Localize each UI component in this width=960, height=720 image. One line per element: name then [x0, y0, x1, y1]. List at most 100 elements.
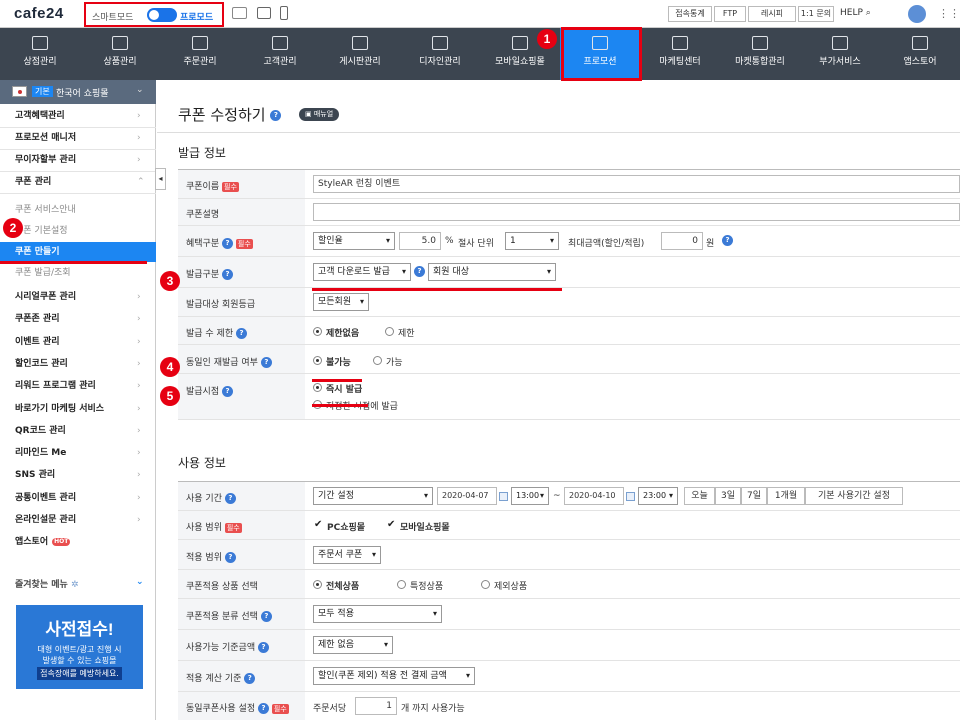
- recipe-button[interactable]: 레시피: [748, 6, 796, 22]
- grid-menu-icon[interactable]: ⋮⋮: [938, 8, 960, 19]
- issue-kind-select[interactable]: 고객 다운로드 발급: [313, 263, 411, 281]
- reissue-yes-label[interactable]: 가능: [386, 355, 403, 368]
- default-period-button[interactable]: 기본 사용기간 설정: [805, 487, 903, 505]
- benefit-value-input[interactable]: 5.0: [399, 232, 441, 250]
- quick-1month-button[interactable]: 1개월: [767, 487, 805, 505]
- quick-7days-button[interactable]: 7일: [741, 487, 767, 505]
- sidebar-item[interactable]: 시리얼쿠폰 관리 ›: [0, 287, 156, 309]
- search-icon[interactable]: ⌕: [866, 8, 871, 18]
- end-date-input[interactable]: 2020-04-10: [564, 487, 624, 505]
- sidebar-item[interactable]: 무이자할부 관리 ›: [0, 150, 156, 172]
- help-icon[interactable]: ?: [222, 238, 233, 249]
- avatar[interactable]: [908, 5, 926, 23]
- flag-icon[interactable]: [232, 7, 247, 19]
- favorites-menu[interactable]: 즐겨찾는 메뉴 ✲ ⌄: [15, 577, 144, 590]
- promo-banner[interactable]: 사전접수! 대형 이벤트/광고 진행 시 발생할 수 있는 쇼핑몰 접속장애를 …: [16, 605, 143, 689]
- member-grade-select[interactable]: 모든회원: [313, 293, 369, 311]
- nav-item-11[interactable]: 부가서비스: [800, 28, 880, 80]
- sidebar-item[interactable]: QR코드 관리 ›: [0, 421, 156, 443]
- help-icon[interactable]: ?: [224, 493, 236, 504]
- desktop-icon[interactable]: [257, 7, 271, 19]
- help-icon[interactable]: ?: [244, 673, 256, 684]
- limit-none-label[interactable]: 제한없음: [326, 326, 359, 339]
- sidebar-item[interactable]: 리워드 프로그램 관리 ›: [0, 376, 156, 398]
- sidebar-item[interactable]: 고객혜택관리 ›: [0, 106, 156, 128]
- help-icon[interactable]: ?: [260, 611, 272, 622]
- max-amount-input[interactable]: 0: [661, 232, 703, 250]
- product-exclude-radio[interactable]: [481, 580, 490, 589]
- issue-now-label[interactable]: 즉시 발급: [326, 382, 362, 395]
- sidebar-item[interactable]: 바로가기 마케팅 서비스 ›: [0, 399, 156, 421]
- period-type-select[interactable]: 기간 설정: [313, 487, 433, 505]
- quick-3days-button[interactable]: 3일: [715, 487, 741, 505]
- sidebar-item[interactable]: 앱스토어 HOT: [0, 532, 156, 554]
- sidebar-item[interactable]: 온라인설문 관리 ›: [0, 510, 156, 532]
- calendar-icon[interactable]: [499, 492, 508, 501]
- scope-mobile-checkbox[interactable]: ✔: [387, 520, 397, 530]
- nav-item-10[interactable]: 마켓통합관리: [720, 28, 800, 80]
- scope-pc-checkbox[interactable]: ✔: [314, 520, 324, 530]
- quick-today-button[interactable]: 오늘: [684, 487, 715, 505]
- nav-item-1[interactable]: 상점관리: [0, 28, 80, 80]
- sidebar-item[interactable]: 리마인드 Me ›: [0, 443, 156, 465]
- sidebar-item[interactable]: 할인코드 관리 ›: [0, 354, 156, 376]
- nav-item-6[interactable]: 디자인관리: [400, 28, 480, 80]
- nav-item-2[interactable]: 상품관리: [80, 28, 160, 80]
- reissue-no-radio[interactable]: [313, 356, 322, 365]
- limit-set-radio[interactable]: [385, 327, 394, 336]
- shop-selector[interactable]: 기본 한국어 쇼핑몰 ⌄: [0, 80, 156, 104]
- start-time-select[interactable]: 13:00: [511, 487, 549, 505]
- nav-item-3[interactable]: 주문관리: [160, 28, 240, 80]
- nav-item-9[interactable]: 마케팅센터: [640, 28, 720, 80]
- product-all-label[interactable]: 전체상품: [326, 579, 359, 592]
- help-icon[interactable]: ?: [222, 269, 233, 280]
- nav-item-4[interactable]: 고객관리: [240, 28, 320, 80]
- coupon-name-input[interactable]: StyleAR 런칭 이벤트: [313, 175, 960, 193]
- ftp-button[interactable]: FTP: [714, 6, 746, 22]
- reissue-yes-radio[interactable]: [373, 356, 382, 365]
- calendar-icon[interactable]: [626, 492, 635, 501]
- sidebar-subitem[interactable]: 쿠폰 기본설정: [0, 221, 156, 241]
- coupon-desc-input[interactable]: [313, 203, 960, 221]
- stats-button[interactable]: 접속통계: [668, 6, 712, 22]
- sidebar-subitem[interactable]: 쿠폰 서비스안내: [0, 200, 156, 220]
- nav-item-12[interactable]: 앱스토어: [880, 28, 960, 80]
- sidebar-item[interactable]: 공통이벤트 관리 ›: [0, 488, 156, 510]
- end-time-select[interactable]: 23:00: [638, 487, 678, 505]
- sidebar-item[interactable]: 쿠폰 관리 ⌃: [0, 172, 156, 194]
- sidebar-item[interactable]: 이벤트 관리 ›: [0, 332, 156, 354]
- help-icon[interactable]: ?: [222, 386, 233, 397]
- product-all-radio[interactable]: [313, 580, 322, 589]
- same-count-input[interactable]: 1: [355, 697, 397, 715]
- chevron-down-icon[interactable]: ⌄: [136, 577, 144, 587]
- nav-item-5[interactable]: 게시판관리: [320, 28, 400, 80]
- issue-target-select[interactable]: 회원 대상: [428, 263, 556, 281]
- manual-button[interactable]: ▣ 매뉴얼: [299, 108, 340, 121]
- sidebar-item[interactable]: SNS 관리 ›: [0, 465, 156, 487]
- limit-set-label[interactable]: 제한: [398, 326, 415, 339]
- benefit-type-select[interactable]: 할인율: [313, 232, 395, 250]
- product-specific-label[interactable]: 특정상품: [410, 579, 443, 592]
- help-icon[interactable]: ?: [257, 703, 269, 714]
- sidebar-subitem[interactable]: 쿠폰 만들기: [0, 242, 156, 262]
- min-amount-select[interactable]: 제한 없음: [313, 636, 393, 654]
- help-icon[interactable]: ?: [236, 328, 247, 339]
- sidebar-item[interactable]: 프로모션 매니저 ›: [0, 128, 156, 150]
- pro-mode-label[interactable]: 프로모드: [180, 10, 213, 23]
- mode-toggle[interactable]: [147, 8, 177, 22]
- sidebar-subitem[interactable]: 쿠폰 발급/조회: [0, 263, 156, 283]
- help-icon[interactable]: ?: [257, 642, 269, 653]
- logo[interactable]: cafe24: [14, 5, 64, 22]
- cut-unit-select[interactable]: 1: [505, 232, 559, 250]
- limit-none-radio[interactable]: [313, 327, 322, 336]
- smart-mode-label[interactable]: 스마트모드: [92, 10, 133, 23]
- reissue-no-label[interactable]: 불가능: [326, 355, 351, 368]
- gear-icon[interactable]: ✲: [71, 580, 79, 590]
- issue-now-radio[interactable]: [313, 383, 322, 392]
- help-icon[interactable]: ?: [722, 235, 733, 246]
- mobile-icon[interactable]: [280, 6, 288, 20]
- product-specific-radio[interactable]: [397, 580, 406, 589]
- calc-select[interactable]: 할인(쿠폰 제외) 적용 전 결제 금액: [313, 667, 475, 685]
- scope-pc-label[interactable]: PC쇼핑몰: [327, 520, 365, 533]
- help-icon[interactable]: ?: [224, 552, 236, 563]
